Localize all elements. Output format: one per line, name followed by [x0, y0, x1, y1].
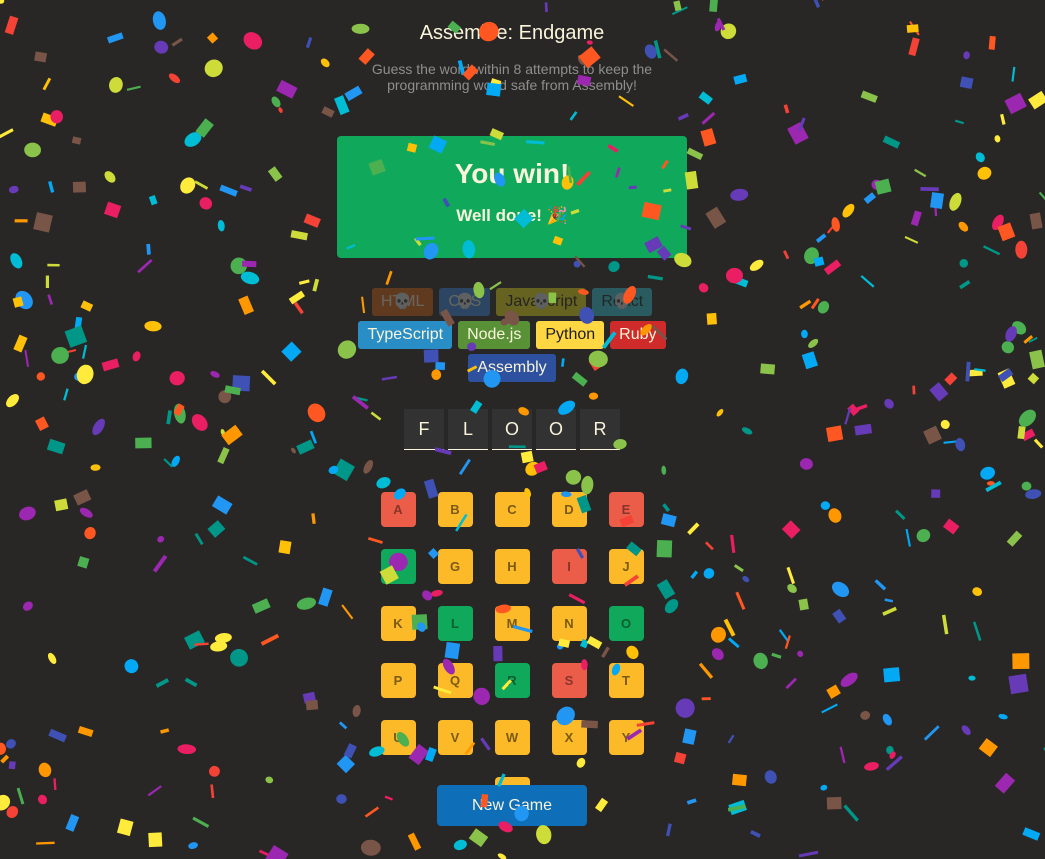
- language-chip-react: React 💀: [592, 288, 653, 316]
- word-letter: L: [448, 409, 488, 450]
- language-chip-label: Node.js: [467, 326, 522, 343]
- language-chip-html: HTML 💀: [371, 288, 434, 316]
- game-subtitle: Guess the word within 8 attempts to keep…: [371, 61, 653, 93]
- word-letter: F: [404, 409, 444, 450]
- key-y[interactable]: Y: [608, 720, 644, 755]
- key-s[interactable]: S: [551, 663, 587, 698]
- language-chip-ruby: Ruby: [610, 321, 666, 349]
- key-f[interactable]: F: [380, 549, 416, 584]
- game-status-banner: You win! Well done! 🎉: [337, 136, 687, 258]
- skull-icon: 💀: [455, 293, 475, 310]
- key-q[interactable]: Q: [437, 663, 473, 698]
- language-chip-typescript: TypeScript: [358, 321, 453, 349]
- key-r[interactable]: R: [494, 663, 530, 698]
- key-u[interactable]: U: [380, 720, 416, 755]
- language-chip-label: Assembly: [477, 359, 547, 376]
- key-x[interactable]: X: [551, 720, 587, 755]
- key-p[interactable]: P: [380, 663, 416, 698]
- status-title: You win!: [454, 158, 570, 189]
- key-a[interactable]: A: [380, 492, 416, 527]
- new-game-button[interactable]: New Game: [437, 785, 587, 826]
- key-g[interactable]: G: [437, 549, 473, 584]
- word-display: FLOOR: [404, 409, 620, 450]
- key-e[interactable]: E: [608, 492, 644, 527]
- key-c[interactable]: C: [494, 492, 530, 527]
- key-m[interactable]: M: [494, 606, 530, 641]
- language-chip-python: Python: [536, 321, 605, 349]
- game-app: Assemble: Endgame Guess the word within …: [0, 0, 1045, 859]
- language-chip-label: TypeScript: [367, 326, 444, 343]
- key-t[interactable]: T: [608, 663, 644, 698]
- word-letter: O: [492, 409, 532, 450]
- key-o[interactable]: O: [608, 606, 644, 641]
- language-chip-css: CSS 💀: [439, 288, 491, 316]
- key-w[interactable]: W: [494, 720, 530, 755]
- skull-icon: 💀: [531, 293, 551, 310]
- language-chips: HTML 💀 CSS 💀 Javascript 💀 React 💀 TypeScript Node…: [340, 288, 684, 382]
- word-letter: O: [536, 409, 576, 450]
- key-d[interactable]: D: [551, 492, 587, 527]
- game-title: Assemble: Endgame: [419, 22, 605, 44]
- key-n[interactable]: N: [551, 606, 587, 641]
- language-chip-javascript: Javascript 💀: [496, 288, 587, 316]
- key-b[interactable]: B: [437, 492, 473, 527]
- keyboard: ABCDEFGHIJKLMNOPQRSTUVWXYZ: [357, 492, 667, 812]
- skull-icon: 💀: [393, 293, 412, 310]
- key-j[interactable]: J: [608, 549, 644, 584]
- language-chip-nodejs: Node.js: [458, 321, 531, 349]
- word-letter: R: [580, 409, 620, 450]
- status-message: Well done! 🎉: [456, 206, 568, 225]
- key-h[interactable]: H: [494, 549, 530, 584]
- language-chip-label: Ruby: [619, 326, 657, 343]
- key-l[interactable]: L: [437, 606, 473, 641]
- skull-icon: 💀: [612, 293, 632, 310]
- key-i[interactable]: I: [551, 549, 587, 584]
- key-v[interactable]: V: [437, 720, 473, 755]
- key-k[interactable]: K: [380, 606, 416, 641]
- language-chip-label: Python: [545, 326, 596, 343]
- language-chip-assembly: Assembly: [468, 354, 556, 382]
